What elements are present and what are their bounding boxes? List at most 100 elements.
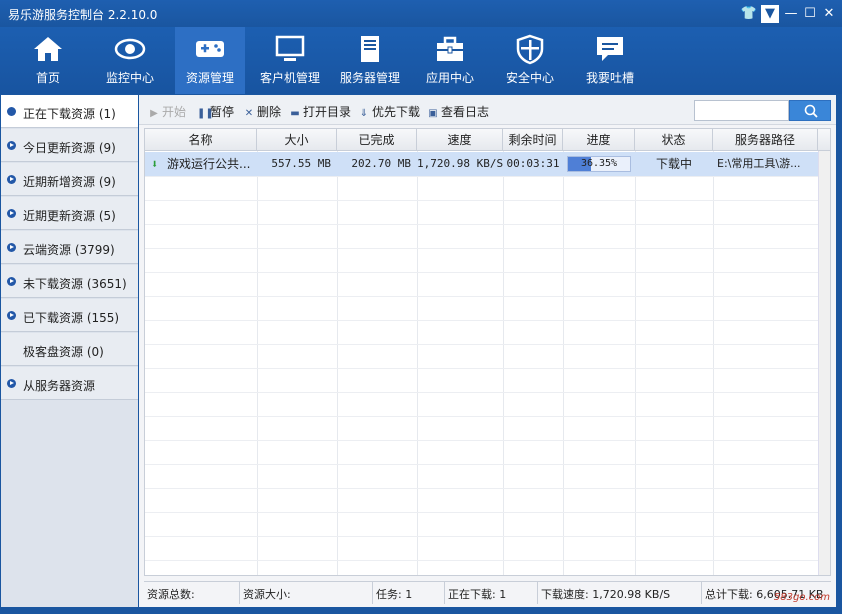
- nav-label: 首页: [35, 71, 60, 85]
- arrow-bullet-icon: [7, 277, 16, 286]
- nav-resource[interactable]: 资源管理: [175, 27, 245, 94]
- delete-icon: ✕: [244, 108, 254, 119]
- vertical-scrollbar[interactable]: [818, 151, 830, 575]
- grid-line: [145, 344, 818, 345]
- top-nav: 首页 监控中心 资源管理 客户机管理 服务器管理 应用中心 安全中心 我要吐槽: [0, 27, 842, 94]
- col-progress[interactable]: 进度: [563, 129, 635, 151]
- status-downloading: 正在下载: 1: [448, 588, 507, 601]
- cell-status: 下载中: [655, 157, 692, 171]
- shield-icon: [516, 34, 544, 65]
- pause-label: 暂停: [210, 105, 235, 119]
- status-speed: 下载速度: 1,720.98 KB/S: [541, 588, 671, 601]
- sidebar-item-recent-added[interactable]: 近期新增资源 (9): [1, 163, 138, 196]
- pause-icon: ❚❚: [197, 108, 214, 119]
- sidebar-item-today-updated[interactable]: 今日更新资源 (9): [1, 129, 138, 162]
- grid-line: [145, 536, 818, 537]
- search-input[interactable]: [694, 100, 789, 121]
- col-size[interactable]: 大小: [257, 129, 337, 151]
- status-tasks: 任务: 1: [376, 588, 413, 601]
- status-separator: [537, 582, 538, 604]
- skin-icon[interactable]: 👕: [740, 5, 758, 23]
- grid-line: [145, 440, 818, 441]
- menu-dropdown-icon[interactable]: ▼: [761, 5, 779, 23]
- col-speed[interactable]: 速度: [417, 129, 503, 151]
- nav-feedback[interactable]: 我要吐槽: [570, 27, 650, 94]
- maximize-icon[interactable]: ☐: [801, 5, 819, 23]
- priority-download-button[interactable]: ⇓ 优先下载: [359, 103, 420, 120]
- arrow-bullet-icon: [7, 209, 16, 218]
- status-separator: [444, 582, 445, 604]
- sidebar-item-label: 近期更新资源 (5): [23, 209, 116, 223]
- nav-app-center[interactable]: 应用中心: [410, 27, 490, 94]
- toolbox-icon: [437, 36, 463, 61]
- pause-button[interactable]: ❚❚暂停: [197, 103, 234, 120]
- minimize-icon[interactable]: —: [782, 5, 800, 23]
- watermark: 583go.com: [773, 592, 830, 603]
- log-icon: ▣: [428, 108, 438, 119]
- search-button[interactable]: [789, 100, 831, 121]
- cell-size: 557.55 MB: [271, 157, 331, 170]
- sidebar-item-downloading[interactable]: 正在下载资源 (1): [1, 95, 138, 128]
- status-size: 资源大小:: [243, 588, 291, 601]
- nav-home[interactable]: 首页: [8, 27, 88, 94]
- window-title: 易乐游服务控制台 2.2.10.0: [8, 8, 158, 22]
- arrow-bullet-icon: [7, 243, 16, 252]
- home-icon: [34, 37, 62, 61]
- sidebar-item-geek-disk[interactable]: 极客盘资源 (0): [1, 333, 138, 366]
- sidebar-item-label: 近期新增资源 (9): [23, 175, 116, 189]
- delete-label: 删除: [257, 105, 282, 119]
- gamepad-icon: [196, 41, 224, 57]
- grid-line: [145, 296, 818, 297]
- arrow-bullet-icon: [7, 311, 16, 320]
- open-dir-button[interactable]: ▬ 打开目录: [290, 103, 351, 120]
- play-icon: ▶: [150, 108, 158, 119]
- grid-line: [145, 560, 818, 561]
- sidebar-item-label: 云端资源 (3799): [23, 243, 115, 257]
- open-dir-label: 打开目录: [303, 105, 352, 119]
- resource-table: 名称 大小 已完成 速度 剩余时间 进度 状态 服务器路径 ⬇ 游戏运行公共..…: [144, 128, 831, 576]
- progress-bar: 36.35%: [567, 156, 631, 172]
- sidebar-item-label: 已下载资源 (155): [23, 311, 120, 325]
- sidebar-item-not-downloaded[interactable]: 未下载资源 (3651): [1, 265, 138, 298]
- start-button[interactable]: ▶ 开始: [149, 103, 186, 120]
- arrow-bullet-icon: [7, 141, 16, 150]
- nav-server[interactable]: 服务器管理: [330, 27, 410, 94]
- close-icon[interactable]: ✕: [820, 5, 838, 23]
- cell-path: E:\常用工具\游...: [717, 157, 801, 170]
- title-bar[interactable]: 易乐游服务控制台 2.2.10.0 👕 ▼ — ☐ ✕: [0, 0, 842, 27]
- view-log-button[interactable]: ▣ 查看日志: [428, 103, 489, 120]
- server-icon: [361, 36, 379, 62]
- col-path[interactable]: 服务器路径: [713, 129, 818, 151]
- table-header: 名称 大小 已完成 速度 剩余时间 进度 状态 服务器路径: [145, 129, 830, 151]
- nav-monitor[interactable]: 监控中心: [90, 27, 170, 94]
- app-window: 易乐游服务控制台 2.2.10.0 👕 ▼ — ☐ ✕ 首页 监控中心 资源管理…: [0, 0, 842, 614]
- col-done[interactable]: 已完成: [337, 129, 417, 151]
- grid-line: [145, 464, 818, 465]
- arrow-bullet-icon: [7, 379, 16, 388]
- nav-label: 我要吐槽: [585, 71, 634, 85]
- sidebar-item-label: 从服务器资源: [23, 379, 96, 393]
- sidebar-item-from-server[interactable]: 从服务器资源: [1, 367, 138, 400]
- status-separator: [239, 582, 240, 604]
- nav-label: 监控中心: [105, 71, 154, 85]
- table-row[interactable]: ⬇ 游戏运行公共... 557.55 MB 202.70 MB 1,720.98…: [145, 152, 818, 176]
- nav-client[interactable]: 客户机管理: [250, 27, 330, 94]
- sidebar-item-downloaded[interactable]: 已下载资源 (155): [1, 299, 138, 332]
- grid-line: [145, 224, 818, 225]
- priority-icon: ⇓: [359, 108, 369, 119]
- col-name[interactable]: 名称: [145, 129, 257, 151]
- grid-line: [145, 416, 818, 417]
- view-log-label: 查看日志: [441, 105, 490, 119]
- start-label: 开始: [162, 105, 187, 119]
- status-separator: [372, 582, 373, 604]
- col-remaining[interactable]: 剩余时间: [503, 129, 563, 151]
- nav-label: 安全中心: [505, 71, 554, 85]
- sidebar: 正在下载资源 (1) 今日更新资源 (9) 近期新增资源 (9) 近期更新资源 …: [1, 95, 138, 607]
- sidebar-item-recent-updated[interactable]: 近期更新资源 (5): [1, 197, 138, 230]
- sidebar-item-cloud[interactable]: 云端资源 (3799): [1, 231, 138, 264]
- cell-name: 游戏运行公共...: [167, 157, 251, 171]
- delete-button[interactable]: ✕ 删除: [244, 103, 281, 120]
- col-status[interactable]: 状态: [635, 129, 713, 151]
- grid-line: [145, 248, 818, 249]
- nav-security[interactable]: 安全中心: [490, 27, 570, 94]
